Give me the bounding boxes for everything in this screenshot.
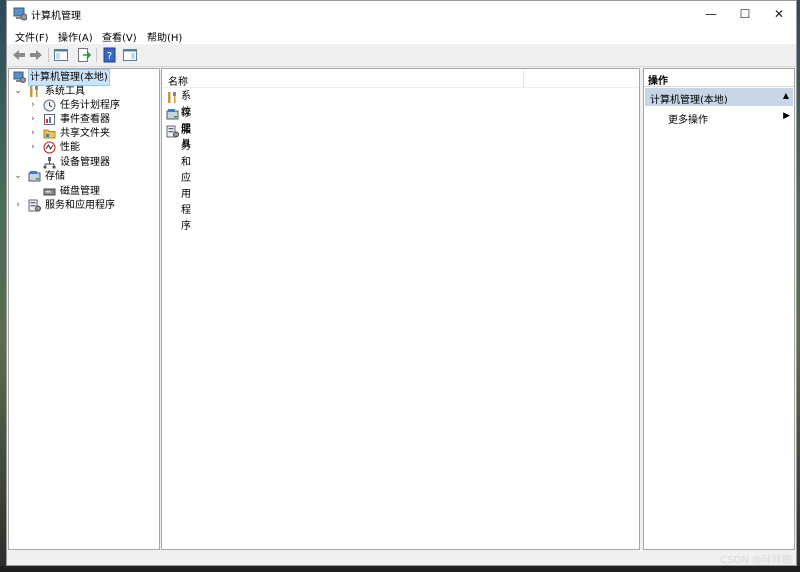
event-viewer-icon xyxy=(44,114,55,125)
window-title: 计算机管理 xyxy=(31,11,81,22)
taskbar-strip xyxy=(0,566,800,572)
tree-item-label: 计算机管理(本地) xyxy=(28,69,110,86)
actions-pane: 操作 计算机管理(本地) ▲ 更多操作 ▶ xyxy=(643,68,795,550)
more-actions-label: 更多操作 xyxy=(668,115,708,126)
tree-item-task-scheduler[interactable]: › 任务计划程序 xyxy=(11,98,157,113)
storage-icon xyxy=(28,171,41,182)
submenu-arrow-icon: ▶ xyxy=(783,111,790,121)
tree-item-computer-management[interactable]: 计算机管理(本地) xyxy=(11,69,157,86)
services-apps-icon xyxy=(28,199,41,212)
menu-file[interactable]: 文件(F) xyxy=(15,29,49,44)
show-hide-action-pane-icon[interactable] xyxy=(122,47,138,63)
menu-help[interactable]: 帮助(H) xyxy=(147,29,182,44)
toolbar-separator xyxy=(96,48,97,62)
watermark: CSDN @咔咔鹿 xyxy=(720,555,792,566)
tree-item-label: 磁盘管理 xyxy=(60,186,100,197)
performance-icon xyxy=(43,141,56,154)
tree-item-label: 设备管理器 xyxy=(60,157,110,168)
menu-view[interactable]: 查看(V) xyxy=(102,29,137,44)
device-manager-icon xyxy=(43,157,56,169)
close-button[interactable]: ✕ xyxy=(762,1,796,27)
actions-header: 操作 xyxy=(644,69,794,87)
actions-section-computer-management[interactable]: 计算机管理(本地) ▲ xyxy=(645,88,793,106)
actions-section-label: 计算机管理(本地) xyxy=(650,95,728,106)
tree-item-label: 系统工具 xyxy=(45,86,85,97)
tree-item-services-apps[interactable]: › 服务和应用程序 xyxy=(11,198,157,213)
tree-item-label: 服务和应用程序 xyxy=(45,200,115,211)
show-hide-tree-icon[interactable] xyxy=(53,47,69,63)
export-list-icon[interactable] xyxy=(76,47,92,63)
svg-text:?: ? xyxy=(107,51,112,62)
tree-item-device-manager[interactable]: 设备管理器 xyxy=(11,155,157,170)
toolbar-separator xyxy=(48,48,49,62)
tree-item-shared-folders[interactable]: › 共享文件夹 xyxy=(11,126,157,141)
more-actions-item[interactable]: 更多操作 ▶ xyxy=(668,110,794,126)
toolbar: ? xyxy=(7,44,796,67)
chevron-right-icon[interactable]: › xyxy=(28,98,38,113)
list-item-label: 服务和应用程序 xyxy=(181,125,191,232)
chevron-right-icon[interactable]: › xyxy=(28,126,38,141)
tree-item-label: 任务计划程序 xyxy=(60,100,120,111)
chevron-down-icon[interactable]: ⌄ xyxy=(13,84,23,99)
computer-management-icon xyxy=(13,71,26,83)
tree-item-performance[interactable]: › 性能 xyxy=(11,140,157,155)
tree-item-system-tools[interactable]: ⌄ 系统工具 xyxy=(11,84,157,99)
status-bar xyxy=(7,551,796,565)
tree-item-storage[interactable]: ⌄ 存储 xyxy=(11,169,157,184)
computer-management-icon xyxy=(13,7,27,21)
computer-management-window: 计算机管理 — ☐ ✕ 文件(F) 操作(A) 查看(V) 帮助(H) ? 计算… xyxy=(6,0,797,566)
title-bar[interactable]: 计算机管理 — ☐ ✕ xyxy=(7,1,796,27)
minimize-button[interactable]: — xyxy=(694,1,728,27)
system-tools-icon xyxy=(168,92,176,103)
tree-item-label: 性能 xyxy=(60,142,80,153)
menu-bar: 文件(F) 操作(A) 查看(V) 帮助(H) xyxy=(7,27,796,44)
shared-folder-icon xyxy=(43,129,56,139)
chevron-right-icon[interactable]: › xyxy=(28,140,38,155)
console-tree[interactable]: 计算机管理(本地) ⌄ 系统工具 › 任务计划程序 › 事件查看器 › 共享文件… xyxy=(8,68,160,550)
column-header-name[interactable]: 名称 xyxy=(168,73,188,88)
help-icon[interactable]: ? xyxy=(102,47,118,63)
back-icon[interactable] xyxy=(11,47,27,63)
maximize-button[interactable]: ☐ xyxy=(728,1,762,27)
storage-icon xyxy=(166,109,179,120)
chevron-right-icon[interactable]: › xyxy=(28,112,38,127)
result-pane[interactable]: 名称 系统工具 存储 服务和应用程序 xyxy=(161,68,640,550)
tree-item-label: 存储 xyxy=(45,171,65,182)
tree-item-label: 事件查看器 xyxy=(60,114,110,125)
tree-item-disk-management[interactable]: 磁盘管理 xyxy=(11,184,157,199)
column-header: 名称 xyxy=(162,69,639,88)
column-separator[interactable] xyxy=(523,69,524,87)
chevron-down-icon[interactable]: ⌄ xyxy=(13,169,23,184)
disk-management-icon xyxy=(43,188,56,196)
services-apps-icon xyxy=(166,125,179,138)
tree-item-label: 共享文件夹 xyxy=(60,128,110,139)
collapse-up-icon[interactable]: ▲ xyxy=(783,91,789,100)
forward-icon[interactable] xyxy=(28,47,44,63)
tree-item-event-viewer[interactable]: › 事件查看器 xyxy=(11,112,157,127)
actions-header-label: 操作 xyxy=(648,76,668,87)
system-tools-icon xyxy=(30,86,38,97)
clock-icon xyxy=(43,99,56,112)
chevron-right-icon[interactable]: › xyxy=(13,198,23,213)
menu-action[interactable]: 操作(A) xyxy=(58,29,93,44)
